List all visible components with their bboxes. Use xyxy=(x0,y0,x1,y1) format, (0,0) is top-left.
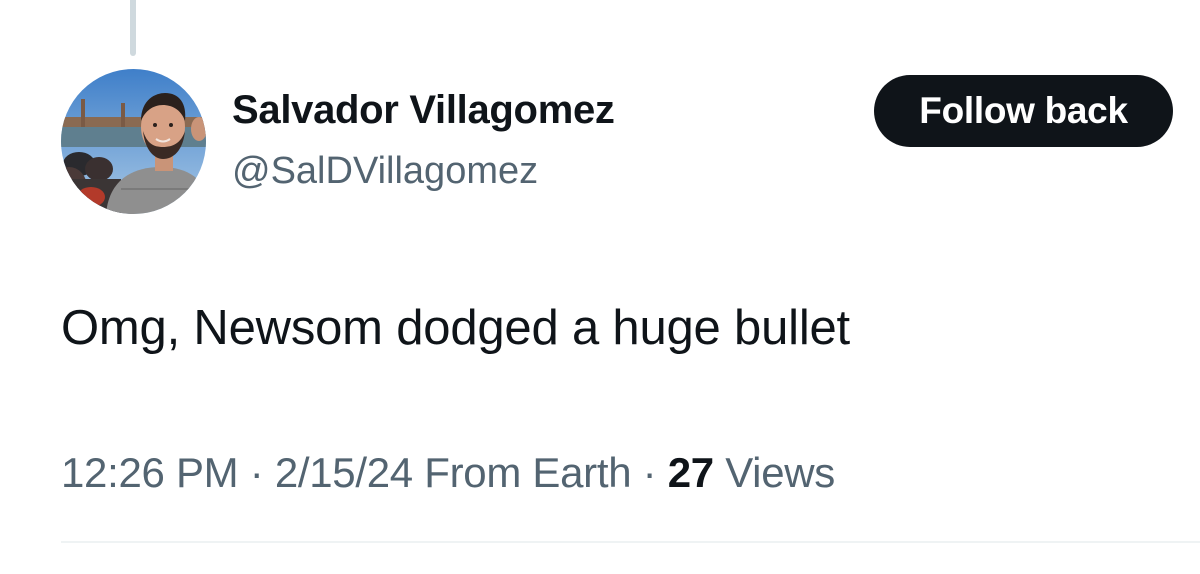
tweet-text: Omg, Newsom dodged a huge bullet xyxy=(61,301,850,355)
author-display-name[interactable]: Salvador Villagomez xyxy=(232,88,615,133)
meta-separator: · xyxy=(249,449,264,496)
thread-connector-line xyxy=(130,0,136,56)
tweet-time[interactable]: 12:26 PM xyxy=(61,449,239,496)
avatar-photo xyxy=(61,69,206,214)
views-count[interactable]: 27 xyxy=(668,449,714,496)
author-handle[interactable]: @SalDVillagomez xyxy=(232,150,538,193)
tweet-meta: 12:26 PM · 2/15/24 From Earth · 27 Views xyxy=(61,449,835,497)
divider xyxy=(61,541,1200,543)
meta-separator-2: · xyxy=(642,449,657,496)
follow-back-button[interactable]: Follow back xyxy=(874,75,1173,147)
tweet-source: From Earth xyxy=(424,449,632,496)
avatar[interactable] xyxy=(61,69,206,214)
tweet-date[interactable]: 2/15/24 xyxy=(275,449,413,496)
views-label[interactable]: Views xyxy=(725,449,835,496)
